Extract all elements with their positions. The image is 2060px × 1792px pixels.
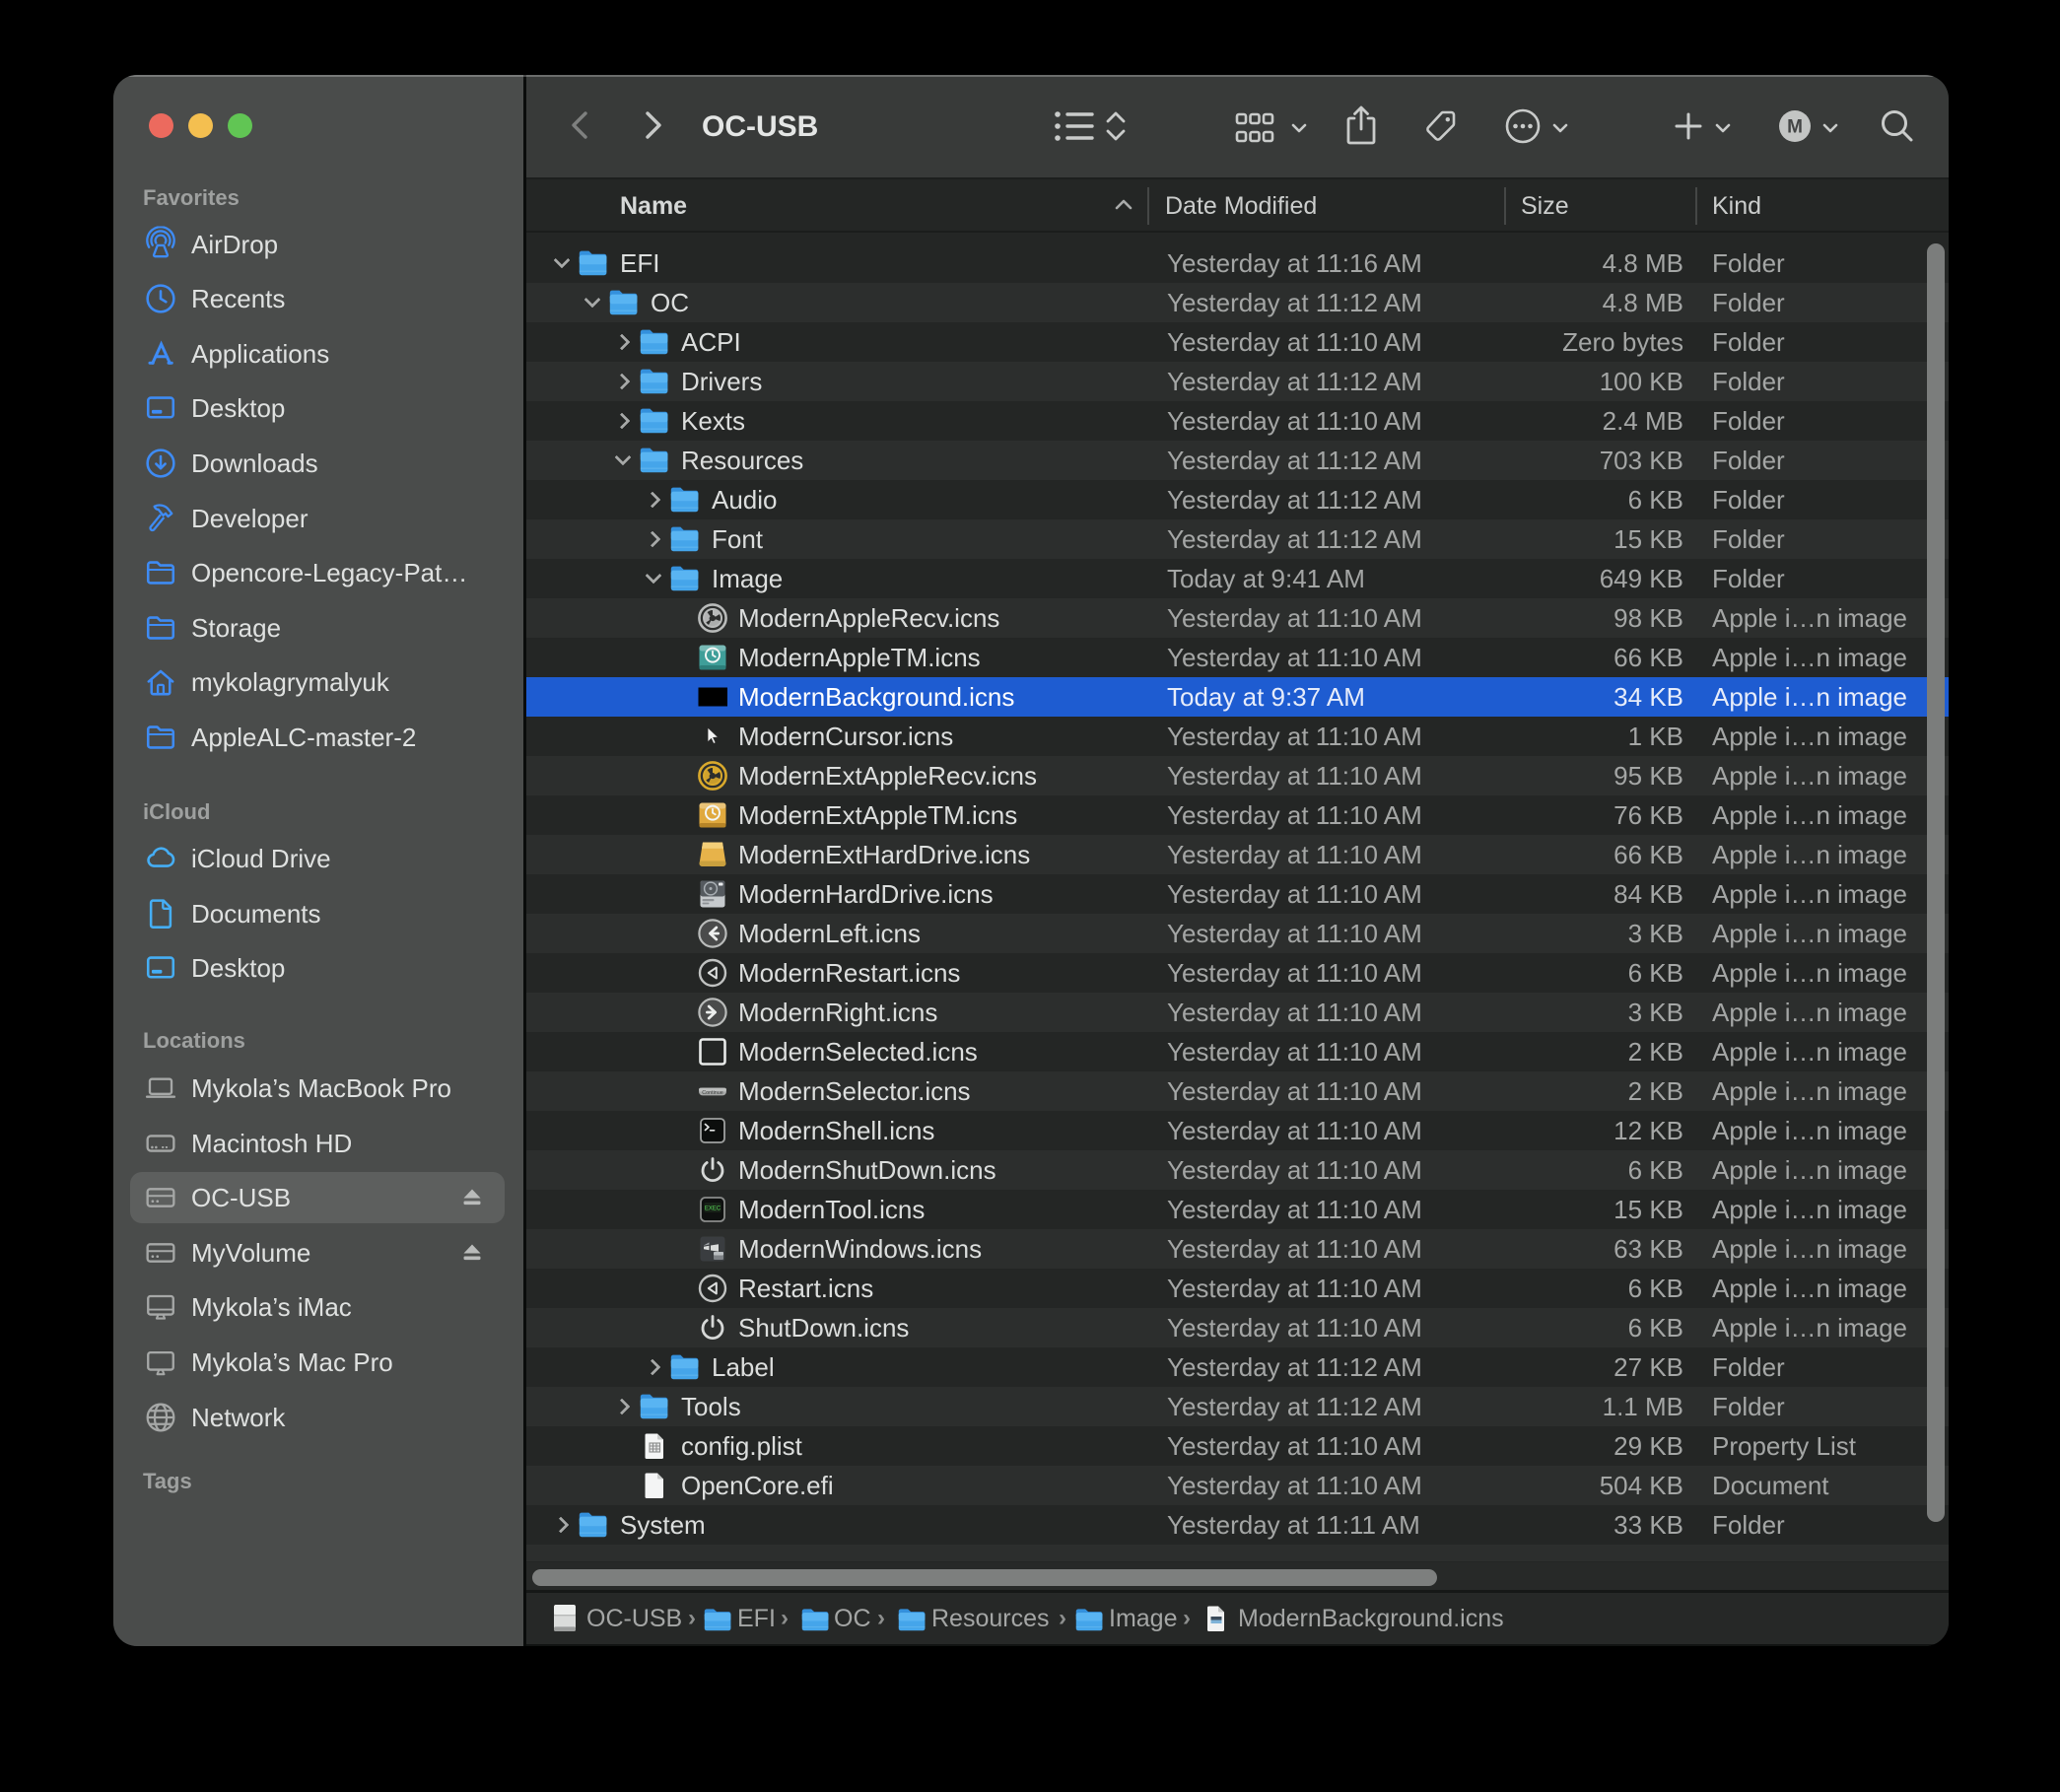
svg-text:Continue: Continue	[702, 1090, 723, 1096]
svg-text:M: M	[1787, 117, 1803, 138]
svg-text:EXEC: EXEC	[705, 1206, 721, 1211]
